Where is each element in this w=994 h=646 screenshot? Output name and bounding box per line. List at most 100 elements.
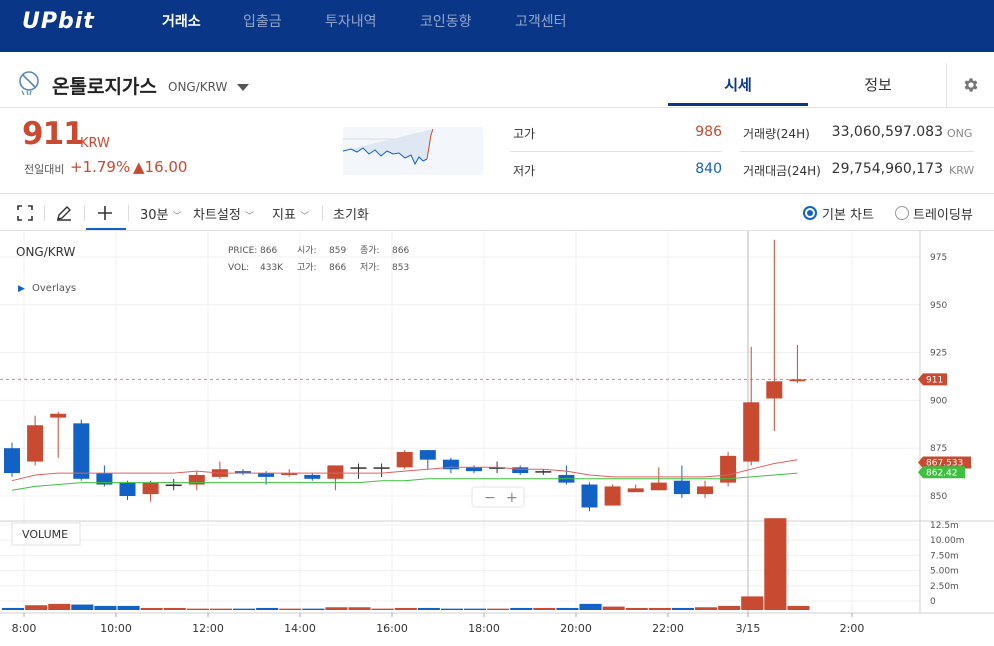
tab-underline (668, 103, 808, 106)
volume-bar (764, 518, 787, 610)
top-nav: UPbit 거래소 입출금 투자내역 코인동향 고객센터 (0, 0, 994, 52)
chart-grid (0, 231, 994, 614)
candle-body (373, 467, 390, 469)
coin-pair: ONG/KRW (168, 80, 228, 94)
price-tag-label: 911 (926, 375, 943, 385)
candle-body (119, 482, 136, 496)
volume-bar (625, 607, 648, 610)
gear-icon (964, 78, 978, 92)
volume-tick-label: 2.50m (930, 582, 959, 592)
candle-body (650, 482, 667, 491)
volume-tick-label: 0 (930, 597, 936, 607)
candle-body (419, 450, 436, 460)
basic-chart-radio[interactable] (803, 206, 817, 220)
indicators-select[interactable]: 지표 ﹀ (272, 204, 309, 223)
chevron-down-icon: ﹀ (300, 212, 310, 222)
volume-bar (186, 608, 209, 610)
time-tick-label: 20:00 (560, 622, 592, 635)
nav-item-deposit[interactable]: 입출금 (243, 11, 282, 31)
zoom-out-button[interactable]: − (484, 490, 496, 506)
volume-panel-label: VOLUME (22, 528, 68, 541)
nav-item-exchange[interactable]: 거래소 (162, 11, 201, 31)
volume-bar (279, 608, 302, 610)
nav-item-trends[interactable]: 코인동향 (420, 11, 472, 31)
time-tick-label: 3/15 (736, 622, 761, 635)
time-axis: 8:00 10:00 12:00 14:00 16:00 18:00 20:00 22:00 3… (12, 613, 865, 635)
volume-bar (325, 607, 348, 610)
volume-bar (25, 605, 48, 610)
tradingview-radio[interactable] (895, 206, 909, 220)
nav-item-support[interactable]: 고객센터 (515, 11, 567, 31)
time-tick-label: 2:00 (840, 622, 865, 635)
settings-button[interactable] (946, 63, 994, 107)
overlays-toggle-icon[interactable]: ▶ (18, 284, 25, 294)
volume-bar (695, 607, 718, 610)
candle-body (766, 381, 783, 399)
volume-bar (2, 607, 25, 610)
vol-label: VOL: (228, 263, 249, 273)
toolbar-separator (44, 205, 45, 221)
crosshair-icon[interactable] (96, 204, 114, 222)
candle-body (604, 486, 621, 506)
chart-symbol: ONG/KRW (16, 245, 75, 259)
tab-price[interactable]: 시세 (668, 74, 808, 95)
zoom-in-button[interactable]: + (506, 490, 518, 506)
time-tick-label: 18:00 (468, 622, 500, 635)
volume-bar (348, 607, 371, 610)
volume-bar (787, 605, 810, 610)
volume-bar (741, 596, 764, 610)
divider (740, 151, 974, 152)
volume-bar (394, 607, 417, 610)
crosshair-active-indicator (86, 228, 126, 230)
ohlc-info: PRICE: 866 시가: 859 종가: 866 VOL: 433K 고가:… (228, 245, 409, 273)
price-tick-label: 950 (930, 301, 947, 311)
divider (510, 151, 722, 152)
volume-bar (302, 608, 325, 610)
overlays-toggle[interactable]: Overlays (32, 283, 76, 294)
high-label: 고가 (513, 127, 536, 141)
change-label: 전일대비 (24, 163, 65, 176)
basic-chart-label[interactable]: 기본 차트 (822, 204, 874, 223)
candle-body (396, 452, 413, 468)
tab-info[interactable]: 정보 (808, 74, 948, 95)
nav-item-investments[interactable]: 투자내역 (325, 11, 377, 31)
tradingview-label[interactable]: 트레이딩뷰 (913, 204, 973, 223)
fullscreen-icon[interactable] (17, 205, 33, 221)
reset-button[interactable]: 초기화 (333, 204, 369, 223)
interval-select[interactable]: 30분 ﹀ (140, 204, 182, 223)
chevron-down-icon[interactable] (237, 84, 249, 91)
volume-bar (440, 608, 463, 610)
price-tick-label: 925 (930, 349, 947, 359)
candle-body (789, 379, 806, 382)
candlestick-chart[interactable]: 975 950 925 900 875 850 12.5m 10.00m 7.50m 5.00m 2… (0, 231, 994, 646)
candle-body (73, 423, 90, 479)
chart-settings-label: 차트설정 (193, 208, 241, 223)
upbit-logo[interactable]: UPbit (22, 9, 95, 34)
candle-body (466, 467, 482, 472)
amount-unit: KRW (949, 164, 975, 177)
price-tick-label: 875 (930, 444, 947, 454)
volume-tick-label: 7.50m (930, 551, 959, 561)
time-tick-label: 8:00 (12, 622, 37, 635)
low-label: 저가: (360, 262, 380, 273)
low-label: 저가 (513, 164, 536, 178)
candle-body (165, 484, 182, 487)
coin-name: 온톨로지가스 (52, 76, 157, 98)
price-sparkline (343, 127, 483, 175)
candle-body (743, 402, 760, 462)
volume-value: 33,060,597.083 (831, 124, 943, 140)
toolbar-separator (84, 205, 85, 221)
price-tags: 911867.533862.42 (918, 373, 971, 479)
ontology-gas-icon (19, 71, 39, 96)
price-axis: 975 950 925 900 875 850 12.5m 10.00m 7.50m 5.00m 2… (930, 253, 965, 607)
chevron-down-icon: ﹀ (244, 212, 254, 222)
candle-body (304, 474, 321, 479)
volume-bar (209, 608, 232, 610)
time-tick-label: 22:00 (652, 622, 684, 635)
chart-settings-select[interactable]: 차트설정 ﹀ (193, 204, 254, 223)
high-label: 고가: (297, 262, 317, 273)
vol-value: 433K (260, 263, 284, 273)
volume-bar (579, 603, 602, 610)
volume-bar (94, 605, 117, 610)
pencil-icon[interactable] (55, 204, 73, 222)
